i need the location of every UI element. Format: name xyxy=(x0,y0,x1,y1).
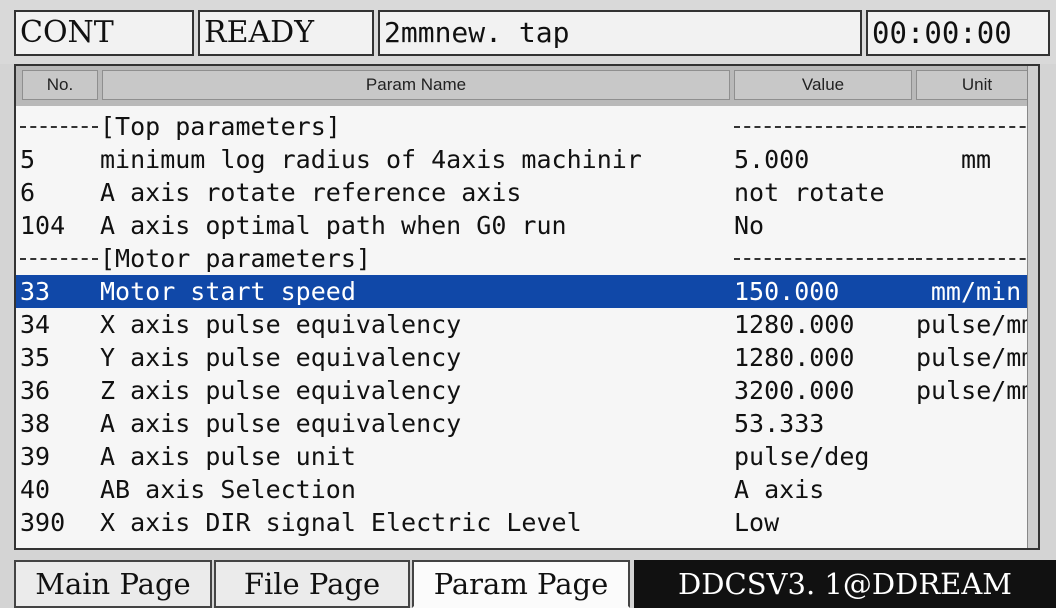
loaded-file-name: 2mmnew. tap xyxy=(378,10,862,56)
row-param-name: minimum log radius of 4axis machinir xyxy=(100,145,642,174)
row-unit xyxy=(916,473,1036,506)
divider xyxy=(734,126,914,128)
row-unit: mm xyxy=(960,145,992,174)
tab-param-page[interactable]: Param Page xyxy=(412,560,630,608)
table-row[interactable]: 5 minimum log radius of 4axis machinir 5… xyxy=(16,143,1038,176)
divider xyxy=(734,258,914,260)
row-value: Low xyxy=(734,508,780,537)
row-value xyxy=(734,110,914,143)
row-param-name: Z axis pulse equivalency xyxy=(100,376,462,405)
row-no: 38 xyxy=(20,409,51,438)
row-unit xyxy=(916,407,1036,440)
row-no: 40 xyxy=(20,475,51,504)
row-no: 34 xyxy=(20,310,51,339)
row-unit xyxy=(916,242,1036,275)
row-value: 1280.000 xyxy=(734,310,855,339)
row-param-name: X axis pulse equivalency xyxy=(100,310,462,339)
row-param-name: X axis DIR signal Electric Level xyxy=(100,508,582,537)
row-value: 1280.000 xyxy=(734,343,855,372)
row-unit: pulse/mm xyxy=(916,343,1036,372)
row-unit: pulse/mm xyxy=(916,310,1036,339)
table-row[interactable]: 6 A axis rotate reference axis not rotat… xyxy=(16,176,1038,209)
parameter-table: No. Param Name Value Unit [Top parameter… xyxy=(14,64,1040,550)
row-unit xyxy=(916,209,1036,242)
row-no: 33 xyxy=(20,277,51,306)
row-no: 36 xyxy=(20,376,51,405)
column-header-unit: Unit xyxy=(916,70,1038,100)
table-row[interactable]: 104 A axis optimal path when G0 run No xyxy=(16,209,1038,242)
row-unit xyxy=(916,506,1036,539)
row-param-name: A axis pulse equivalency xyxy=(100,409,462,438)
row-value: No xyxy=(734,211,765,240)
row-value: 53.333 xyxy=(734,409,825,438)
table-header: No. Param Name Value Unit xyxy=(16,66,1038,106)
section-row-top-parameters: [Top parameters] xyxy=(16,110,1038,143)
table-row[interactable]: 39 A axis pulse unit pulse/deg xyxy=(16,440,1038,473)
row-no xyxy=(20,110,98,143)
column-header-value: Value xyxy=(734,70,912,100)
row-no: 39 xyxy=(20,442,51,471)
table-row[interactable]: 40 AB axis Selection A axis xyxy=(16,473,1038,506)
table-row[interactable]: 35 Y axis pulse equivalency 1280.000 pul… xyxy=(16,341,1038,374)
row-param-name: AB axis Selection xyxy=(100,475,356,504)
row-param-name: Motor start speed xyxy=(100,277,356,306)
row-unit xyxy=(916,440,1036,473)
row-no: 6 xyxy=(20,178,36,207)
brand-label: DDCSV3. 1@DDREAM xyxy=(634,560,1056,608)
divider xyxy=(916,258,1036,260)
row-value: not rotate xyxy=(734,178,885,207)
page-tabs: Main Page File Page Param Page DDCSV3. 1… xyxy=(0,556,1056,608)
row-unit: pulse/mm xyxy=(916,376,1036,405)
tab-main-page[interactable]: Main Page xyxy=(14,560,212,608)
row-no: 390 xyxy=(20,508,66,537)
row-value: A axis xyxy=(734,475,825,504)
row-value: 3200.000 xyxy=(734,376,855,405)
row-no: 35 xyxy=(20,343,51,372)
column-header-param-name: Param Name xyxy=(102,70,730,100)
divider xyxy=(20,258,98,260)
row-unit xyxy=(916,110,1036,143)
table-row[interactable]: 34 X axis pulse equivalency 1280.000 pul… xyxy=(16,308,1038,341)
row-no xyxy=(20,242,98,275)
row-no: 104 xyxy=(20,211,66,240)
tab-file-page[interactable]: File Page xyxy=(214,560,410,608)
mode-indicator: CONT xyxy=(14,10,194,56)
table-row[interactable]: 36 Z axis pulse equivalency 3200.000 pul… xyxy=(16,374,1038,407)
row-unit xyxy=(916,176,1036,209)
divider xyxy=(916,126,1036,128)
column-header-no: No. xyxy=(22,70,98,100)
row-no: 5 xyxy=(20,145,36,174)
table-row[interactable]: 38 A axis pulse equivalency 53.333 xyxy=(16,407,1038,440)
table-row[interactable]: 390 X axis DIR signal Electric Level Low xyxy=(16,506,1038,539)
run-timer: 00:00:00 xyxy=(866,10,1050,56)
row-value: 150.000 xyxy=(734,277,840,306)
row-param-name: Y axis pulse equivalency xyxy=(100,343,462,372)
section-title: [Motor parameters] xyxy=(100,244,371,273)
row-param-name: A axis optimal path when G0 run xyxy=(100,211,567,240)
row-value xyxy=(734,242,914,275)
table-row-selected[interactable]: 33 Motor start speed 150.000 mm/min xyxy=(16,275,1038,308)
row-value: 5.000 xyxy=(734,145,810,174)
section-row-motor-parameters: [Motor parameters] xyxy=(16,242,1038,275)
table-scrollbar[interactable] xyxy=(1027,66,1038,548)
status-bar: CONT READY 2mmnew. tap 00:00:00 xyxy=(0,0,1056,64)
state-indicator: READY xyxy=(198,10,374,56)
section-title: [Top parameters] xyxy=(100,112,341,141)
divider xyxy=(20,126,98,128)
row-unit: mm/min xyxy=(930,277,1022,306)
row-param-name: A axis rotate reference axis xyxy=(100,178,522,207)
row-param-name: A axis pulse unit xyxy=(100,442,356,471)
row-value: pulse/deg xyxy=(734,442,870,471)
